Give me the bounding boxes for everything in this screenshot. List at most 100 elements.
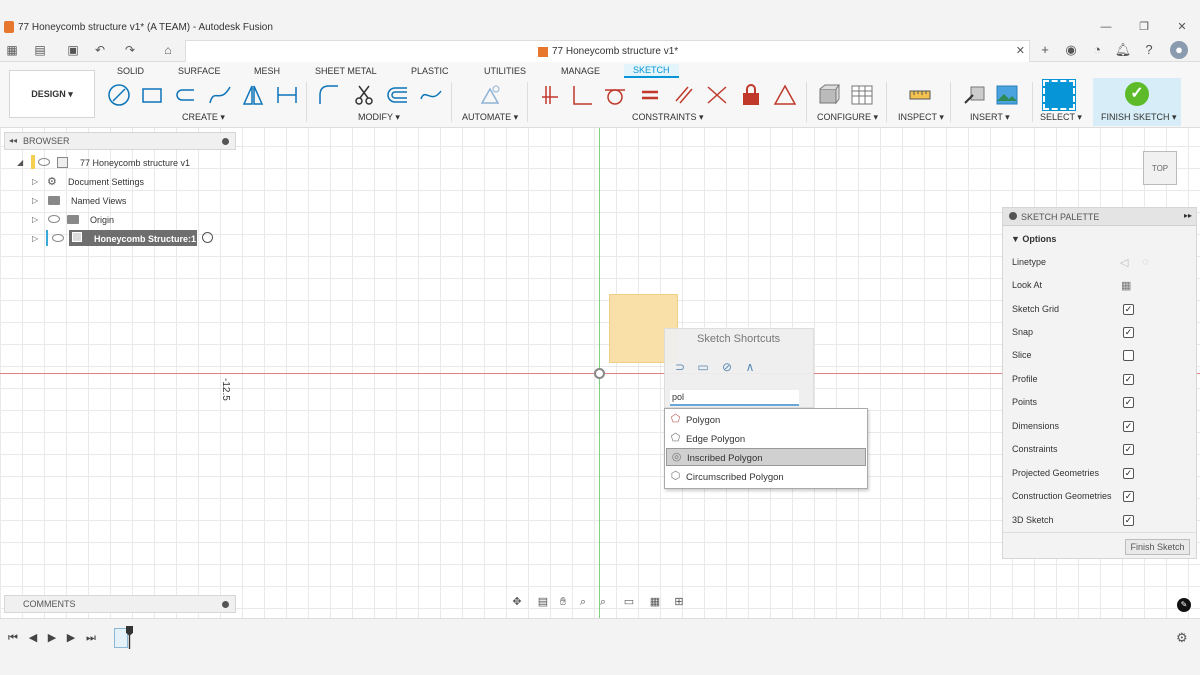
maximize-button[interactable]: ❐ — [1134, 20, 1154, 34]
perpendicular-constraint-icon[interactable] — [569, 82, 595, 108]
tab-sketch[interactable]: SKETCH — [624, 64, 679, 78]
configure-box-icon[interactable] — [816, 82, 842, 108]
slot-icon[interactable]: ⊃ — [673, 360, 687, 374]
add-comment-icon[interactable] — [222, 601, 229, 608]
collapse-triangle-icon[interactable]: ◢ — [17, 158, 23, 167]
tab-plastic[interactable]: PLASTIC — [411, 66, 449, 76]
inspect-group-label[interactable]: INSPECT ▾ — [898, 112, 944, 123]
activate-radio-icon[interactable] — [202, 232, 213, 243]
finish-sketch-label[interactable]: FINISH SKETCH ▾ — [1101, 112, 1177, 123]
measure-ruler-icon[interactable] — [907, 82, 933, 108]
midpoint-constraint-icon[interactable] — [704, 82, 730, 108]
line-tool-icon[interactable] — [106, 82, 132, 108]
user-avatar[interactable]: ● — [1170, 41, 1188, 59]
points-checkbox[interactable]: ✓ — [1123, 397, 1134, 408]
tree-item-honeycomb-structure[interactable]: ▷ Honeycomb Structure:1 — [0, 230, 240, 248]
tree-item-root[interactable]: ◢ 77 Honeycomb structure v1 — [0, 155, 240, 172]
sketch-grid-checkbox[interactable]: ✓ — [1123, 304, 1134, 315]
zoom-icon[interactable]: ⌕ — [576, 595, 590, 609]
timeline-settings-gear-icon[interactable]: ⚙ — [1176, 630, 1188, 646]
expand-arrows-icon[interactable]: ▸▸ — [1184, 211, 1192, 220]
view-cube[interactable]: TOP — [1143, 151, 1177, 185]
tree-item-document-settings[interactable]: ▷ ⚙ Document Settings — [0, 175, 240, 191]
tab-utilities[interactable]: UTILITIES — [484, 66, 526, 76]
offset-tool-icon[interactable] — [385, 82, 411, 108]
construction-geometries-checkbox[interactable]: ✓ — [1123, 491, 1134, 502]
select-group-label[interactable]: SELECT ▾ — [1040, 112, 1082, 123]
constraints-group-label[interactable]: CONSTRAINTS ▾ — [632, 112, 704, 123]
dimension-tool-icon[interactable] — [274, 82, 300, 108]
new-tab-button[interactable]: + — [1036, 41, 1054, 59]
palette-finish-sketch-button[interactable]: Finish Sketch — [1125, 539, 1190, 555]
trim-scissors-icon[interactable] — [351, 82, 377, 108]
notifications-icon[interactable]: 🔔︎ — [1114, 41, 1132, 59]
result-polygon[interactable]: ⬠ Polygon — [666, 411, 866, 429]
constraints-checkbox[interactable]: ✓ — [1123, 444, 1134, 455]
automate-group-label[interactable]: AUTOMATE ▾ — [462, 112, 518, 123]
step-forward-icon[interactable]: ▶ — [64, 631, 78, 645]
browser-panel-header[interactable]: ◂◂ BROWSER — [4, 132, 236, 150]
pin-icon[interactable] — [1009, 212, 1017, 220]
orbit-icon[interactable]: ✥ — [510, 595, 524, 609]
configure-group-label[interactable]: CONFIGURE ▾ — [817, 112, 878, 123]
rectangle-tool-icon[interactable] — [139, 82, 165, 108]
save-icon[interactable]: ▣ — [65, 42, 81, 58]
fix-lock-icon[interactable] — [738, 82, 764, 108]
expand-triangle-icon[interactable]: ▷ — [32, 177, 38, 186]
home-icon[interactable]: ⌂ — [160, 42, 176, 58]
automate-tool-icon[interactable] — [477, 82, 503, 108]
arc-icon[interactable]: ∧ — [743, 360, 757, 374]
pin-icon[interactable] — [222, 138, 229, 145]
go-to-end-icon[interactable]: ⏭ — [84, 631, 98, 645]
tab-surface[interactable]: SURFACE — [178, 66, 221, 76]
create-group-label[interactable]: CREATE ▾ — [182, 112, 225, 123]
visibility-eye-icon[interactable] — [38, 158, 50, 166]
options-section-header[interactable]: ▼ Options — [1011, 234, 1056, 244]
visibility-eye-icon[interactable] — [48, 215, 60, 223]
timeline-sketch-feature[interactable] — [114, 628, 128, 648]
construction-linetype-icon[interactable]: ◁ — [1120, 256, 1128, 269]
spline-tool-icon[interactable] — [207, 82, 233, 108]
mirror-tool-icon[interactable] — [240, 82, 266, 108]
extend-tool-icon[interactable] — [418, 82, 444, 108]
tree-item-named-views[interactable]: ▷ Named Views — [0, 194, 240, 210]
sketch-palette-header[interactable]: SKETCH PALETTE ▸▸ — [1003, 208, 1196, 226]
equal-constraint-icon[interactable] — [637, 82, 663, 108]
slice-checkbox[interactable] — [1123, 350, 1134, 361]
coincident-constraint-icon[interactable] — [537, 82, 563, 108]
job-status-icon[interactable]: ◔ — [1088, 41, 1106, 59]
3d-sketch-checkbox[interactable]: ✓ — [1123, 515, 1134, 526]
play-icon[interactable]: ▶ — [45, 631, 59, 645]
select-tool-icon[interactable] — [1042, 79, 1076, 111]
shortcut-search-input[interactable] — [670, 390, 799, 406]
file-menu-icon[interactable]: ▤ — [32, 42, 48, 58]
document-tab[interactable]: 77 Honeycomb structure v1* ✕ — [185, 40, 1030, 62]
tab-manage[interactable]: MANAGE — [561, 66, 600, 76]
camera-icon[interactable]: ✎ — [1177, 598, 1191, 612]
profile-checkbox[interactable]: ✓ — [1123, 374, 1134, 385]
triangle-constraint-icon[interactable] — [772, 82, 798, 108]
insert-derive-icon[interactable] — [962, 82, 988, 108]
look-at-calendar-icon[interactable]: ▦ — [1121, 279, 1131, 292]
result-inscribed-polygon[interactable]: ◎ Inscribed Polygon — [666, 448, 866, 466]
close-window-button[interactable]: ✕ — [1172, 20, 1192, 34]
redo-icon[interactable]: ↷ — [122, 42, 138, 58]
rectangle-icon[interactable]: ▭ — [696, 360, 710, 374]
go-to-start-icon[interactable]: ⏮ — [6, 631, 20, 645]
fillet-tool-icon[interactable] — [316, 82, 342, 108]
comments-panel-header[interactable]: COMMENTS — [4, 595, 236, 613]
fit-zoom-icon[interactable]: ⌕ — [596, 595, 610, 609]
expand-triangle-icon[interactable]: ▷ — [32, 196, 38, 205]
extensions-icon[interactable]: ◉ — [1062, 41, 1080, 59]
expand-triangle-icon[interactable]: ▷ — [32, 215, 38, 224]
help-icon[interactable]: ? — [1140, 41, 1158, 59]
tree-item-origin[interactable]: ▷ Origin — [0, 213, 240, 229]
centerline-linetype-icon[interactable]: ◌ — [1142, 256, 1149, 268]
result-edge-polygon[interactable]: ⬠ Edge Polygon — [666, 430, 866, 448]
look-at-icon[interactable]: ▤ — [536, 595, 550, 609]
tab-solid[interactable]: SOLID — [117, 66, 144, 76]
parameters-table-icon[interactable] — [849, 82, 875, 108]
insert-group-label[interactable]: INSERT ▾ — [970, 112, 1010, 123]
tab-mesh[interactable]: MESH — [254, 66, 280, 76]
collapse-arrows-icon[interactable]: ◂◂ — [9, 136, 17, 145]
